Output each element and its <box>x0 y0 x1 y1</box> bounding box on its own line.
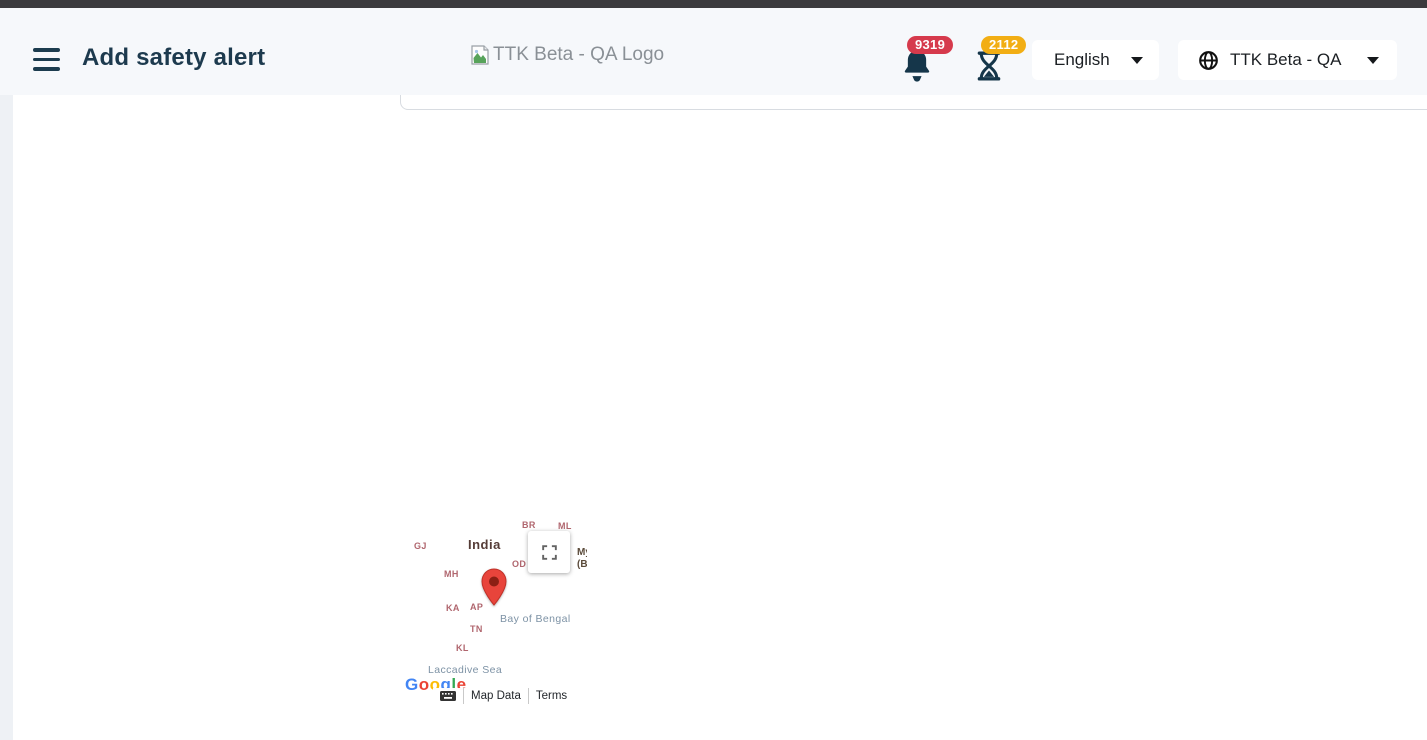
map-state-label: GJ <box>414 541 427 551</box>
app-header: Add safety alert TTK Beta - QA Logo 9319… <box>0 8 1427 95</box>
map-state-label: OD <box>512 559 526 569</box>
app-logo: TTK Beta - QA Logo <box>470 44 664 66</box>
map-state-label: TN <box>470 624 483 634</box>
language-label: English <box>1054 50 1110 70</box>
fullscreen-icon <box>540 543 559 562</box>
form-card <box>13 95 1427 740</box>
page-title: Add safety alert <box>82 44 265 72</box>
map-data-link[interactable]: Map Data <box>463 688 528 704</box>
map-sea-label: Bay of Bengal <box>500 613 571 625</box>
hamburger-menu-icon[interactable] <box>33 48 60 71</box>
tenant-dropdown[interactable]: TTK Beta - QA <box>1178 40 1397 80</box>
map-state-label: KA <box>446 603 460 613</box>
chevron-down-icon <box>1131 57 1143 64</box>
broken-image-icon <box>470 45 490 65</box>
hourglass-badge: 2112 <box>981 36 1026 54</box>
map-state-label: BR <box>522 520 536 530</box>
map-edge-fragment: (B <box>577 559 587 570</box>
map-state-label: ML <box>558 521 572 531</box>
map-terms-link[interactable]: Terms <box>528 688 574 704</box>
bell-badge: 9319 <box>907 36 953 54</box>
globe-icon <box>1198 50 1219 71</box>
map-marker-pin-icon[interactable] <box>480 568 508 606</box>
window-top-strip <box>0 0 1427 8</box>
logo-alt-text: TTK Beta - QA Logo <box>493 44 664 66</box>
map-fullscreen-button[interactable] <box>528 531 570 573</box>
keyboard-shortcuts-icon[interactable] <box>433 688 463 704</box>
map-state-label: MH <box>444 569 459 579</box>
language-dropdown[interactable]: English <box>1032 40 1159 80</box>
map-country-label: India <box>468 537 501 552</box>
tenant-label: TTK Beta - QA <box>1230 50 1341 70</box>
chevron-down-icon <box>1367 57 1379 64</box>
map-state-label: KL <box>456 643 469 653</box>
map-attribution-strip: Map Data Terms <box>433 688 587 704</box>
map-edge-fragment: My <box>577 547 587 558</box>
